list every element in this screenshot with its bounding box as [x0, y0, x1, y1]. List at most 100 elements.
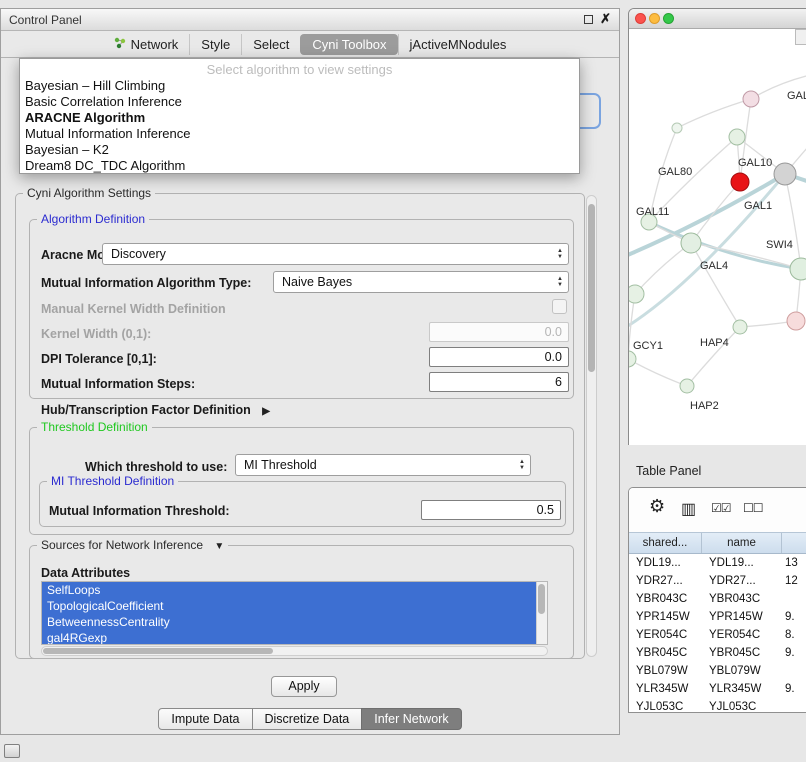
algorithm-option-dream8-dc-tdc-algorithm[interactable]: Dream8 DC_TDC Algorithm — [20, 158, 579, 174]
tab-style[interactable]: Style — [189, 34, 241, 55]
dropdown-arrows-icon: ▲▼ — [552, 276, 568, 288]
node-gcy1-green[interactable] — [629, 351, 636, 367]
mi-algorithm-type-select[interactable]: Naive Bayes ▲▼ — [273, 271, 569, 293]
kernel-width-input[interactable] — [429, 322, 569, 342]
table-row[interactable]: YDR27...YDR27...12 — [629, 572, 806, 590]
column-header-2[interactable]: name — [702, 533, 782, 553]
tab-label: Cyni Toolbox — [312, 37, 386, 52]
attribute-item-betweennesscentrality[interactable]: BetweennessCentrality — [42, 614, 536, 630]
node-swi4-green[interactable] — [790, 258, 806, 280]
column-header-3[interactable] — [782, 533, 806, 553]
table-row[interactable]: YER054CYER054C8. — [629, 626, 806, 644]
table-cell: YPR145W — [702, 608, 782, 626]
node-left-green[interactable] — [629, 285, 644, 303]
node-label-gal11: GAL11 — [636, 206, 669, 218]
algorithm-option-basic-correlation-inference[interactable]: Basic Correlation Inference — [20, 94, 579, 110]
settings-scrollbar-thumb[interactable] — [588, 204, 595, 372]
table-row[interactable]: YJL053CYJL053C — [629, 698, 806, 712]
mi-algorithm-type-value: Naive Bayes — [274, 275, 552, 289]
network-canvas[interactable]: GALGAL80GAL10GAL11GAL1SWI4GAL4GCY1HAP4HA… — [629, 29, 806, 445]
network-edge[interactable] — [785, 174, 801, 269]
attributes-vscrollbar[interactable] — [536, 582, 547, 644]
hub-section-label: Hub/Transcription Factor Definition — [41, 403, 251, 417]
checked-boxes-icon[interactable]: ☑☑ — [711, 501, 731, 515]
table-row[interactable]: YBL079WYBL079W — [629, 662, 806, 680]
dropdown-arrows-icon: ▲▼ — [552, 248, 568, 260]
float-window-icon[interactable] — [584, 15, 593, 24]
node-right-pink[interactable] — [787, 312, 805, 330]
attributes-list-items: SelfLoopsTopologicalCoefficientBetweenne… — [42, 582, 536, 644]
dpi-tolerance-input[interactable] — [429, 347, 569, 367]
tab-jactivemnodules[interactable]: jActiveMNodules — [398, 34, 518, 55]
node-hap2-green[interactable] — [680, 379, 694, 393]
attribute-item-gal4rgexp[interactable]: gal4RGexp — [42, 630, 536, 644]
expand-right-arrow-icon: ▶ — [262, 406, 270, 417]
table-cell: YBR045C — [702, 644, 782, 662]
algorithm-option-mutual-information-inference[interactable]: Mutual Information Inference — [20, 126, 579, 142]
algorithm-option-bayesian-hill-climbing[interactable]: Bayesian – Hill Climbing — [20, 78, 579, 94]
algorithm-dropdown-popup: Select algorithm to view settings Bayesi… — [19, 58, 580, 174]
close-icon[interactable]: ✗ — [600, 11, 611, 27]
mi-steps-input[interactable] — [429, 372, 569, 392]
zoom-traffic-light-icon[interactable] — [663, 13, 674, 24]
bottom-tab-discretize-data[interactable]: Discretize Data — [252, 708, 363, 730]
table-row[interactable]: YPR145WYPR145W9. — [629, 608, 806, 626]
columns-icon[interactable]: ▥ — [681, 499, 696, 519]
settings-scrollbar[interactable] — [586, 195, 597, 657]
table-row[interactable]: YBR045CYBR045C9. — [629, 644, 806, 662]
node-gal4-green[interactable] — [681, 233, 701, 253]
column-header-1[interactable]: shared... — [629, 533, 702, 553]
mi-threshold-group-title: MI Threshold Definition — [47, 474, 178, 488]
network-edge[interactable] — [635, 243, 691, 294]
attributes-hscrollbar[interactable] — [41, 646, 548, 656]
node-top-pink[interactable] — [743, 91, 759, 107]
node-gal10-red[interactable] — [731, 173, 749, 191]
node-gal1-gray[interactable] — [774, 163, 796, 185]
table-cell: YJL053C — [702, 698, 782, 712]
bottom-tab-infer-network[interactable]: Infer Network — [361, 708, 461, 730]
window-title: Control Panel — [9, 13, 82, 27]
node-small-left[interactable] — [672, 123, 682, 133]
attributes-hscrollbar-thumb[interactable] — [43, 648, 273, 654]
aracne-mode-value: Discovery — [103, 247, 552, 261]
algorithm-placeholder-option[interactable]: Select algorithm to view settings — [20, 61, 579, 78]
network-edge[interactable] — [629, 359, 687, 386]
node-hap4-green[interactable] — [733, 320, 747, 334]
tab-select[interactable]: Select — [241, 34, 300, 55]
attributes-vscrollbar-thumb[interactable] — [538, 584, 545, 614]
attribute-item-topologicalcoefficient[interactable]: TopologicalCoefficient — [42, 598, 536, 614]
minimized-panel-icon[interactable] — [4, 744, 20, 758]
table-cell: YER054C — [629, 626, 702, 644]
table-row[interactable]: YBR043CYBR043C — [629, 590, 806, 608]
network-window-titlebar[interactable] — [629, 9, 806, 29]
apply-button[interactable]: Apply — [271, 676, 337, 697]
hub-section-toggle[interactable]: Hub/Transcription Factor Definition ▶ — [41, 402, 270, 420]
algorithm-option-bayesian-k2[interactable]: Bayesian – K2 — [20, 142, 579, 158]
table-cell: YLR345W — [702, 680, 782, 698]
node-upper-green[interactable] — [729, 129, 745, 145]
table-row[interactable]: YDL19...YDL19...13 — [629, 554, 806, 572]
manual-kernel-checkbox[interactable] — [552, 299, 567, 314]
table-panel-title: Table Panel — [636, 464, 701, 478]
attribute-item-selfloops[interactable]: SelfLoops — [42, 582, 536, 598]
tab-network[interactable]: Network — [103, 34, 190, 55]
close-traffic-light-icon[interactable] — [635, 13, 646, 24]
which-threshold-select[interactable]: MI Threshold ▲▼ — [235, 454, 531, 476]
aracne-mode-select[interactable]: Discovery ▲▼ — [102, 243, 569, 265]
network-edge[interactable] — [691, 243, 740, 327]
tab-cyni-toolbox[interactable]: Cyni Toolbox — [300, 34, 397, 55]
sources-group-toggle[interactable]: Sources for Network Inference ▼ — [37, 538, 228, 552]
unchecked-boxes-icon[interactable]: ☐☐ — [743, 501, 763, 515]
network-edge[interactable] — [677, 99, 751, 128]
algorithm-option-aracne-algorithm[interactable]: ARACNE Algorithm — [20, 110, 579, 126]
gear-icon[interactable]: ⚙ — [649, 496, 665, 517]
control-panel-titlebar[interactable]: Control Panel ✗ — [1, 9, 619, 31]
minimize-traffic-light-icon[interactable] — [649, 13, 660, 24]
network-edge[interactable] — [629, 174, 785, 329]
tab-label: Select — [253, 37, 289, 52]
mi-threshold-input[interactable] — [421, 500, 561, 520]
network-edge[interactable] — [687, 327, 740, 386]
bottom-tab-impute-data[interactable]: Impute Data — [158, 708, 252, 730]
network-scrollbar-stub[interactable] — [795, 29, 806, 45]
table-row[interactable]: YLR345WYLR345W9. — [629, 680, 806, 698]
